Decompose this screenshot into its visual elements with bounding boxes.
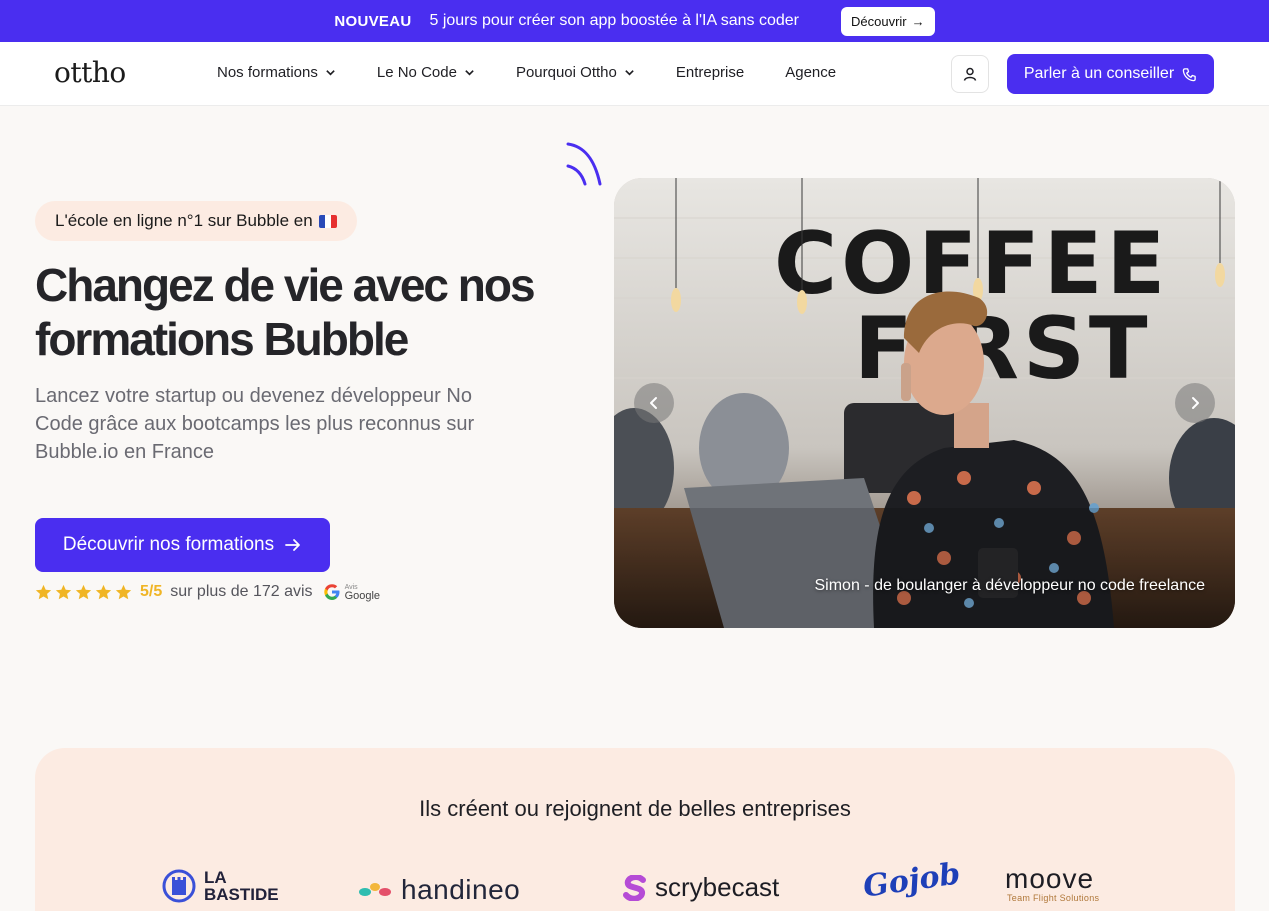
hero-subtitle: Lancez votre startup ou devenez développ…	[35, 385, 475, 463]
la-bastide-line1: LA	[204, 868, 227, 887]
star-icon	[55, 584, 72, 599]
nav-item-label: Nos formations	[217, 64, 318, 81]
moove-logo: moove Team Flight Solutions	[1005, 863, 1100, 904]
decorative-arc-icon	[566, 142, 602, 186]
phone-icon	[1182, 67, 1196, 81]
hero-photo: COFFEE FIRST	[614, 178, 1235, 628]
moove-tagline: Team Flight Solutions	[1007, 893, 1100, 903]
handineo-wordmark: handineo	[401, 874, 521, 905]
nav-item-label: Pourquoi Ottho	[515, 64, 617, 81]
site-header: ottho Nos formations Le No Code Pourquoi…	[0, 42, 1269, 106]
nav-item-label: Le No Code	[376, 64, 457, 81]
castle-icon	[162, 869, 196, 903]
la-bastide-logo: LA BASTIDE	[162, 869, 279, 903]
arrow-right-icon: →	[911, 13, 925, 29]
moove-wordmark: moove	[1005, 863, 1095, 894]
companies-title: Ils créent ou rejoignent de belles entre…	[419, 796, 851, 821]
announcement-message: 5 jours pour créer son app boostée à l'I…	[429, 12, 799, 29]
star-icon	[35, 584, 52, 599]
carousel-prev-button[interactable]	[634, 383, 674, 423]
google-reviews-badge[interactable]: Avis Google	[323, 583, 381, 602]
la-bastide-line2: BASTIDE	[204, 885, 279, 904]
account-button[interactable]	[951, 55, 989, 93]
advisor-button-label: Parler à un conseiller	[1023, 65, 1175, 82]
nav-item-nos-formations[interactable]: Nos formations	[217, 64, 336, 81]
google-icon	[323, 584, 340, 600]
scrybecast-mark-icon	[623, 874, 646, 901]
star-icon	[75, 584, 92, 599]
talk-to-advisor-button[interactable]: Parler à un conseiller	[1007, 54, 1214, 94]
arrow-right-icon	[285, 539, 300, 551]
chevron-left-icon	[650, 397, 657, 409]
chevron-down-icon	[625, 70, 634, 76]
announcement-bar: NOUVEAU 5 jours pour créer son app boost…	[0, 0, 1269, 42]
hero-cta-label: Découvrir nos formations	[62, 534, 275, 555]
nav-item-entreprise[interactable]: Entreprise	[676, 64, 744, 81]
star-icon	[115, 584, 132, 599]
google-label: Google	[344, 590, 381, 602]
user-icon	[963, 67, 977, 81]
hero-carousel: COFFEE FIRST Simon - de boulanger à déve…	[614, 178, 1235, 628]
ottho-logo[interactable]: ottho	[54, 56, 126, 89]
rating-row: 5/5 sur plus de 172 avis Avis Google	[35, 583, 381, 602]
company-logos: LA BASTIDE handineo scrybecast Gojob moo…	[35, 856, 1235, 911]
hero-title: Changez de vie avec nos formations Bubbl…	[35, 259, 536, 365]
star-rating	[35, 584, 132, 601]
chevron-right-icon	[1192, 397, 1199, 409]
chevron-down-icon	[326, 70, 335, 76]
handineo-logo: handineo	[357, 874, 520, 906]
announcement-cta-button[interactable]: Découvrir →	[840, 6, 935, 36]
nav-item-label: Agence	[785, 64, 837, 81]
main-nav: Nos formations Le No Code Pourquoi Ottho…	[217, 64, 877, 81]
gojob-logo: Gojob	[861, 856, 963, 905]
companies-section: Ils créent ou rejoignent de belles entre…	[35, 748, 1235, 911]
nav-item-pourquoi-ottho[interactable]: Pourquoi Ottho	[516, 64, 635, 81]
carousel-caption: Simon - de boulanger à développeur no co…	[814, 577, 1206, 594]
rating-score: 5/5	[140, 583, 163, 600]
nav-item-le-no-code[interactable]: Le No Code	[377, 64, 475, 81]
star-icon	[95, 584, 112, 599]
hero-badge: L'école en ligne n°1 sur Bubble en	[35, 201, 357, 241]
hero-badge-text: L'école en ligne n°1 sur Bubble en	[55, 211, 313, 230]
scrybecast-wordmark: scrybecast	[655, 872, 780, 902]
nav-item-label: Entreprise	[675, 64, 745, 81]
scrybecast-logo: scrybecast	[623, 872, 779, 903]
france-flag-icon	[318, 214, 337, 228]
chevron-down-icon	[465, 70, 474, 76]
discover-courses-button[interactable]: Découvrir nos formations	[35, 518, 330, 572]
carousel-next-button[interactable]	[1175, 383, 1215, 423]
svg-text:FIRST: FIRST	[854, 299, 1152, 399]
announcement-tag: NOUVEAU	[334, 12, 412, 30]
announcement-cta-label: Découvrir	[850, 13, 907, 29]
rating-text: sur plus de 172 avis	[170, 583, 313, 600]
handineo-mark-icon	[359, 883, 391, 896]
nav-item-agence[interactable]: Agence	[785, 64, 836, 81]
